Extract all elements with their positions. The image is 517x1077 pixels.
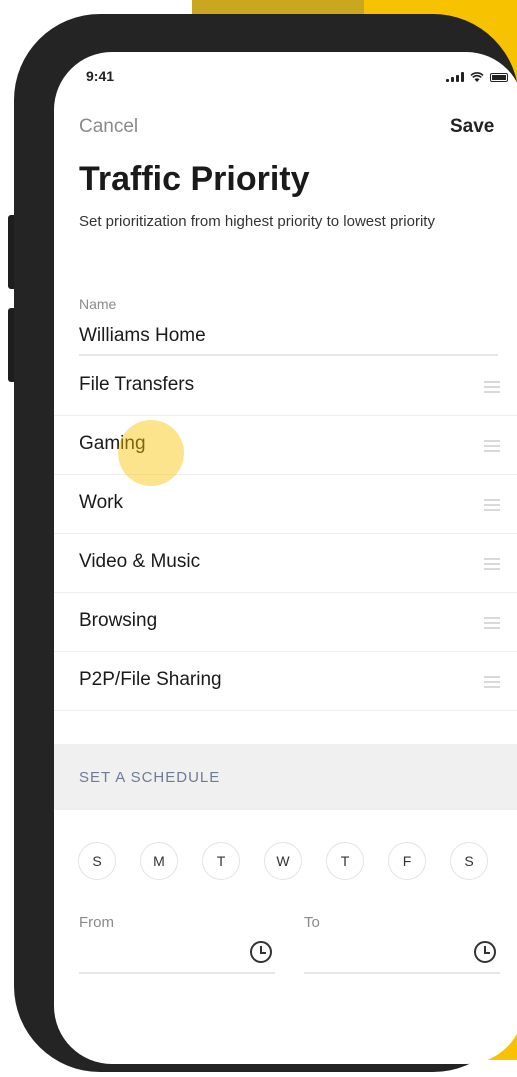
drag-handle-icon[interactable] xyxy=(484,440,500,452)
battery-icon xyxy=(490,73,508,82)
phone-frame: 9:41 Cancel Save Traffic Priority Set pr… xyxy=(14,14,517,1072)
drag-handle-icon[interactable] xyxy=(484,617,500,629)
priority-item-label: P2P/File Sharing xyxy=(79,669,222,690)
phone-screen: 9:41 Cancel Save Traffic Priority Set pr… xyxy=(54,52,517,1064)
day-selector: S M T W T F S xyxy=(78,842,488,880)
drag-handle-icon[interactable] xyxy=(484,381,500,393)
drag-handle-icon[interactable] xyxy=(484,558,500,570)
priority-item[interactable]: Browsing xyxy=(54,593,517,652)
name-field-underline xyxy=(79,354,498,356)
cancel-button[interactable]: Cancel xyxy=(79,116,138,138)
from-time-label: From xyxy=(79,914,114,931)
priority-item[interactable]: P2P/File Sharing xyxy=(54,652,517,711)
priority-item-label: File Transfers xyxy=(79,374,195,395)
priority-item[interactable]: Work xyxy=(54,475,517,534)
drag-handle-icon[interactable] xyxy=(484,676,500,688)
touch-indicator xyxy=(118,420,184,486)
day-friday-toggle[interactable]: F xyxy=(388,842,426,880)
schedule-section-label: SET A SCHEDULE xyxy=(79,769,221,786)
to-time-input[interactable] xyxy=(304,972,500,974)
drag-handle-icon[interactable] xyxy=(484,499,500,511)
priority-item[interactable]: Video & Music xyxy=(54,534,517,593)
day-sunday-toggle[interactable]: S xyxy=(78,842,116,880)
name-field-label: Name xyxy=(79,296,117,312)
save-button[interactable]: Save xyxy=(450,116,494,138)
schedule-section-header: SET A SCHEDULE xyxy=(54,744,517,810)
clock-icon[interactable] xyxy=(474,941,496,963)
wifi-icon xyxy=(470,72,484,82)
priority-item[interactable]: File Transfers xyxy=(54,357,517,416)
page-subtitle: Set prioritization from highest priority… xyxy=(79,213,435,230)
day-saturday-toggle[interactable]: S xyxy=(450,842,488,880)
day-wednesday-toggle[interactable]: W xyxy=(264,842,302,880)
from-time-input[interactable] xyxy=(79,972,275,974)
status-bar: 9:41 xyxy=(54,52,517,92)
day-tuesday-toggle[interactable]: T xyxy=(202,842,240,880)
day-monday-toggle[interactable]: M xyxy=(140,842,178,880)
name-input[interactable]: Williams Home xyxy=(79,325,206,347)
clock-icon[interactable] xyxy=(250,941,272,963)
status-time: 9:41 xyxy=(86,68,115,84)
priority-list: File Transfers Gaming Work Video & Music… xyxy=(54,357,517,711)
to-time-label: To xyxy=(304,914,320,931)
priority-item-label: Video & Music xyxy=(79,551,201,572)
status-icons xyxy=(446,72,508,82)
priority-item-label: Work xyxy=(79,492,123,513)
day-thursday-toggle[interactable]: T xyxy=(326,842,364,880)
page-title: Traffic Priority xyxy=(79,160,310,198)
priority-item-label: Browsing xyxy=(79,610,158,631)
signal-icon xyxy=(446,72,464,82)
